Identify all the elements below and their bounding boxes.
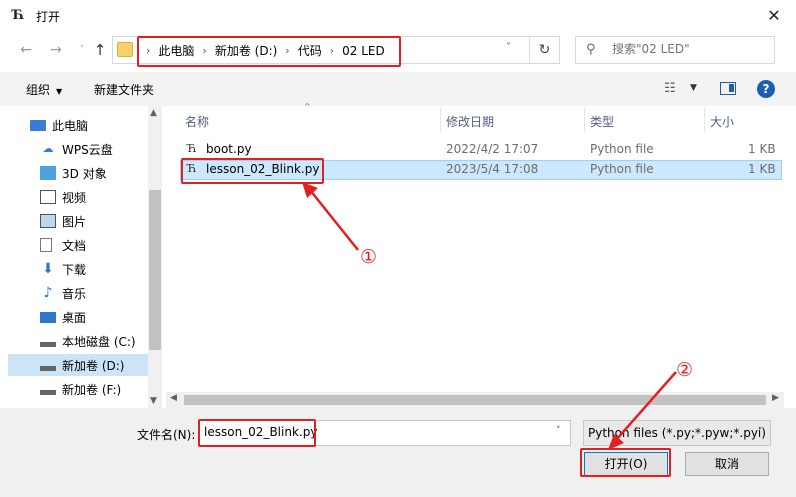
file-highlight-box [181,158,324,184]
new-folder-button[interactable]: 新建文件夹 [94,81,154,98]
computer-icon [30,119,46,131]
music-icon: ♪ [43,285,53,301]
filename-highlight-box [198,419,316,447]
chevron-down-icon[interactable]: ˅ [758,427,763,437]
search-input[interactable] [612,42,770,56]
download-icon: ⬇ [42,261,54,277]
search-icon: ⚲ [586,42,596,57]
nav-item-drive-f[interactable]: 新加卷 (F:) [40,378,162,400]
address-dropdown-icon[interactable]: ˅ [506,42,511,53]
open-highlight-box [580,448,671,477]
preview-pane-icon[interactable] [720,82,736,95]
scroll-down-icon[interactable]: ▼ [150,396,157,406]
chevron-down-icon[interactable]: ˅ [556,426,561,436]
column-divider[interactable] [704,108,705,132]
column-header-size[interactable]: 大小 [710,113,734,130]
file-modified: 2023/5/4 17:08 [446,162,539,176]
nav-item-drive-d[interactable]: 新加卷 (D:) [8,354,148,376]
column-header-modified[interactable]: 修改日期 [446,113,494,130]
column-header-name[interactable]: 名称 [185,113,209,130]
nav-item-3d-objects[interactable]: 3D 对象 [40,162,162,184]
close-button[interactable]: ✕ [762,4,786,28]
nav-item-pictures[interactable]: 图片 [40,210,162,232]
organize-button[interactable]: 组织 ▼ [26,81,62,98]
up-arrow-icon[interactable]: ↑ [90,40,110,60]
forward-arrow-icon[interactable]: → [46,40,66,60]
cancel-button[interactable]: 取消 [685,452,769,476]
documents-icon [40,238,52,252]
view-options-icon[interactable]: ☷ [664,81,676,96]
drive-icon [40,341,56,347]
annotation-marker-1: ① [360,246,378,268]
desktop-icon [40,311,56,323]
scroll-right-icon[interactable]: ▶ [772,393,779,403]
sort-ascending-icon: ^ [304,102,311,111]
filename-label: 文件名(N): [137,428,196,442]
file-type: Python file [590,142,654,156]
annotation-marker-2: ② [676,359,694,381]
organize-label: 组织 [26,83,51,97]
app-icon: Ћ [12,8,25,23]
nav-item-desktop[interactable]: 桌面 [40,306,162,328]
help-icon[interactable]: ? [757,80,775,98]
filetype-value: Python files (*.py;*.pyw;*.pyi) [588,426,766,440]
column-divider[interactable] [440,108,441,132]
address-highlight-box [137,36,401,67]
nav-item-videos[interactable]: 视频 [40,186,162,208]
file-modified: 2022/4/2 17:07 [446,142,539,156]
scroll-up-icon[interactable]: ▲ [150,108,157,118]
python-file-icon: Ћ [187,142,197,155]
nav-scrollbar-thumb[interactable] [149,190,161,350]
cloud-icon: ☁ [42,142,54,155]
pictures-icon [40,214,56,228]
column-divider[interactable] [584,108,585,132]
recent-locations-chevron-icon[interactable]: ˅ [72,40,92,60]
nav-item-music[interactable]: ♪ 音乐 [40,282,162,304]
scroll-left-icon[interactable]: ◀ [170,393,177,403]
window-title: 打开 [36,10,61,24]
horizontal-scrollbar-thumb[interactable] [184,395,766,405]
nav-item-drive-c[interactable]: 本地磁盘 (C:) [40,330,162,352]
refresh-icon[interactable]: ↻ [530,36,560,64]
drive-icon [40,365,56,371]
column-header-type[interactable]: 类型 [590,113,614,130]
video-icon [40,190,56,204]
title-bar [0,0,796,32]
nav-item-this-pc[interactable]: 此电脑 [30,114,162,136]
drive-icon [40,389,56,395]
file-size: 1 KB [748,162,776,176]
3d-objects-icon [40,166,56,180]
caret-down-icon[interactable]: ▼ [690,83,697,93]
navigation-pane: 此电脑 ☁ WPS云盘 3D 对象 视频 图片 文档 ⬇ 下载 ♪ 音乐 桌面 本地磁… [8,106,162,408]
file-type: Python file [590,162,654,176]
file-size: 1 KB [748,142,776,156]
file-name: boot.py [206,142,252,156]
file-row[interactable]: Ћ boot.py 2022/4/2 17:07 Python file 1 K… [180,140,782,160]
nav-item-documents[interactable]: 文档 [40,234,162,256]
caret-down-icon: ▼ [56,87,63,96]
back-arrow-icon[interactable]: ← [16,40,36,60]
folder-icon [117,42,133,57]
nav-item-downloads[interactable]: ⬇ 下载 [40,258,162,280]
nav-item-wps-cloud[interactable]: ☁ WPS云盘 [40,138,162,160]
